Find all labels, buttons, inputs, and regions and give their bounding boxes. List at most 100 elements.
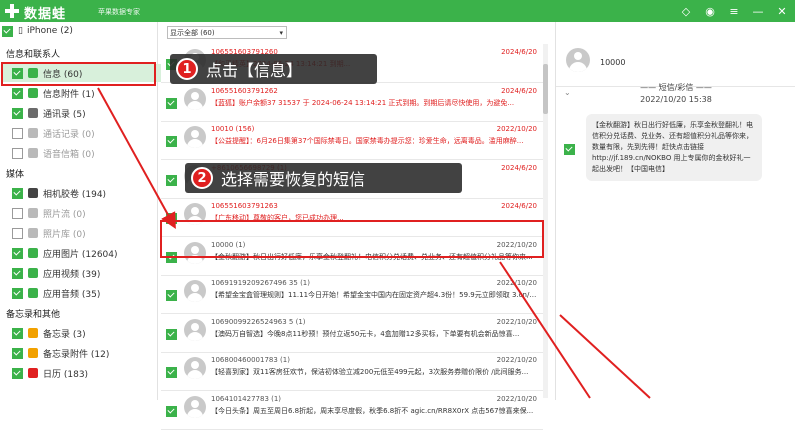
sidebar-item[interactable]: 备忘录 (3)	[12, 324, 169, 342]
message-kind: —— 短信/彩信 ——	[640, 83, 712, 92]
sidebar-item[interactable]: 应用视频 (39)	[12, 264, 169, 282]
sidebar-item[interactable]: 应用图片 (12604)	[12, 244, 169, 262]
message-checkbox[interactable]	[166, 174, 177, 186]
device-row[interactable]: ▯ iPhone (2)	[2, 22, 159, 40]
voicemail-icon	[28, 148, 38, 158]
contact-number: 10000	[600, 58, 626, 67]
sidebar-item[interactable]: 相机胶卷 (194)	[12, 184, 169, 202]
sidebar-item[interactable]: 应用音频 (35)	[12, 284, 169, 302]
message-date: 2022/10/20	[496, 356, 537, 364]
sidebar-item[interactable]: 语音信箱 (0)	[12, 144, 169, 162]
message-checkbox[interactable]	[166, 136, 177, 147]
message-preview: 【轻喜到家】双11客房狂欢节，保洁初体验立减200元低至499元起，3次服务券赠…	[211, 368, 529, 376]
sidebar-item-checkbox[interactable]	[12, 347, 23, 359]
notes-attachment-icon	[28, 348, 38, 358]
sidebar-item[interactable]: 通话记录 (0)	[12, 124, 169, 142]
sidebar-item-label: 语音信箱 (0)	[43, 149, 95, 160]
message-date: 2022/10/20	[496, 394, 537, 403]
message-checkbox[interactable]	[166, 290, 177, 301]
message-row[interactable]: 106800460001783 (1) 2022/10/20 【轻喜到家】双11客房…	[161, 352, 543, 391]
sidebar-group-title: 备忘录和其他	[6, 309, 61, 320]
sidebar-item-checkbox[interactable]	[12, 267, 23, 279]
sidebar-item-label: 相机胶卷 (194)	[43, 189, 107, 200]
sidebar-item-checkbox[interactable]	[12, 147, 23, 159]
sidebar-item-checkbox[interactable]	[12, 187, 23, 199]
detail-message-checkbox[interactable]	[564, 144, 575, 155]
notes-icon	[28, 328, 38, 338]
sidebar-item-checkbox[interactable]	[12, 107, 23, 119]
message-sender: 1064101427783 (1)	[211, 394, 282, 403]
app-subtitle: 苹果数据专家	[98, 8, 140, 16]
sidebar-item-label: 信息附件 (1)	[43, 89, 95, 100]
filter-dropdown[interactable]: 显示全部 (60) ▾	[167, 26, 287, 39]
sidebar-item[interactable]: 通讯录 (5)	[12, 104, 169, 122]
message-preview: 【澳码万自智选】今晚8点11秒预！预付立返50元卡，4盒加赠12多买标，下单要有…	[211, 329, 520, 338]
sidebar-item-label: 日历 (183)	[43, 369, 89, 380]
message-date: 2024/6/20	[501, 48, 537, 56]
sidebar-item-checkbox[interactable]	[12, 287, 23, 299]
callout-text: 选择需要恢复的短信	[221, 170, 366, 189]
sidebar-item-label: 通讯录 (5)	[43, 109, 86, 120]
filter-label: 显示全部 (60)	[170, 29, 215, 37]
avatar	[184, 126, 206, 148]
message-row[interactable]: 10691919209267496 35 (1) 2022/10/20 【希望金宝盒…	[161, 275, 543, 314]
sidebar-item-checkbox[interactable]	[12, 87, 23, 99]
sidebar-item-checkbox[interactable]	[12, 327, 23, 339]
minimize-icon[interactable]: —	[751, 4, 765, 18]
callout-text: 点击【信息】	[206, 61, 303, 80]
message-checkbox[interactable]	[166, 405, 177, 417]
calendar-icon	[28, 368, 38, 378]
sidebar-item[interactable]: 照片库 (0)	[12, 224, 169, 242]
message-row[interactable]: 10010 (156) 2022/10/20 【公益提醒】：6月26日集第37个国际…	[161, 121, 543, 160]
callout-step-1: 1 点击【信息】	[170, 54, 377, 84]
chat-icon[interactable]: ◉	[703, 4, 717, 18]
message-sender: 10691919209267496 35 (1)	[211, 279, 310, 287]
close-icon[interactable]: ✕	[775, 4, 789, 18]
message-row[interactable]: 1064101427783 (1) 2022/10/20 【今日头条】周五至周日6.…	[161, 391, 543, 430]
scrollbar-thumb[interactable]	[543, 64, 548, 114]
message-checkbox[interactable]	[166, 97, 177, 109]
device-checkbox[interactable]	[2, 25, 13, 37]
message-sender: 10010 (156)	[211, 125, 255, 133]
app-video-icon	[28, 268, 38, 278]
sidebar-item-label: 照片库 (0)	[43, 229, 86, 240]
sidebar-item-label: 备忘录附件 (12)	[43, 349, 110, 360]
diamond-icon[interactable]: ◇	[679, 4, 693, 18]
sidebar-item[interactable]: 信息附件 (1)	[12, 84, 169, 102]
sidebar-item-label: 应用音频 (35)	[43, 289, 101, 300]
callout-step-2: 2 选择需要恢复的短信	[185, 163, 462, 193]
sidebar-item-checkbox[interactable]	[12, 207, 23, 219]
app-audio-icon	[28, 288, 38, 298]
message-preview: 【公益提醒】：6月26日集第37个国际禁毒日。国家禁毒办提示您：珍爱生命，远离毒…	[211, 137, 524, 145]
message-bubble: 【金秋翻游】秋日出行好低廉，乐享金秋登翻礼！电信积分兑话费、兑业务、还有超值积分…	[586, 114, 762, 181]
sidebar-item-checkbox[interactable]	[12, 227, 23, 239]
sidebar-item-checkbox[interactable]	[12, 247, 23, 259]
photo-stream-icon	[28, 208, 38, 218]
app-name: 数据蛙	[24, 7, 67, 22]
message-row[interactable]: 10690099226524963 5 (1) 2022/10/20 【澳码万自智选…	[161, 314, 543, 353]
message-sender: 106800460001783 (1)	[211, 356, 290, 364]
message-sender: 106551603791263	[211, 202, 278, 210]
message-date: 2024/6/20	[501, 163, 537, 172]
sidebar-item[interactable]: 备忘录附件 (12)	[12, 344, 169, 362]
message-preview: 【蓝狐】账户余额37 31537 于 2024-06-24 13:14:21 正…	[211, 98, 515, 107]
message-checkbox[interactable]	[166, 367, 177, 378]
sidebar-item-checkbox[interactable]	[12, 367, 23, 379]
message-sender: 106551603791262	[211, 86, 278, 95]
message-detail-pane: 10000 ⌄ —— 短信/彩信 —— 2022/10/20 15:38 【金秋…	[555, 22, 795, 400]
step-badge: 1	[176, 58, 198, 80]
sidebar-item[interactable]: 照片流 (0)	[12, 204, 169, 222]
message-date: 2022/10/20	[496, 317, 537, 326]
chevron-down-icon: ▾	[279, 29, 283, 37]
message-checkbox[interactable]	[166, 328, 177, 340]
attachment-icon	[28, 88, 38, 98]
message-date: 2024/6/20	[501, 86, 537, 95]
avatar	[184, 87, 206, 110]
contact-avatar	[566, 48, 590, 72]
avatar	[184, 357, 206, 379]
highlight-messages-item	[1, 62, 156, 86]
sidebar-item-checkbox[interactable]	[12, 127, 23, 139]
menu-icon[interactable]: ≡	[727, 4, 741, 18]
sidebar-item[interactable]: 日历 (183)	[12, 364, 169, 382]
message-row[interactable]: 106551603791262 2024/6/20 【蓝狐】账户余额37 31537…	[161, 83, 543, 122]
